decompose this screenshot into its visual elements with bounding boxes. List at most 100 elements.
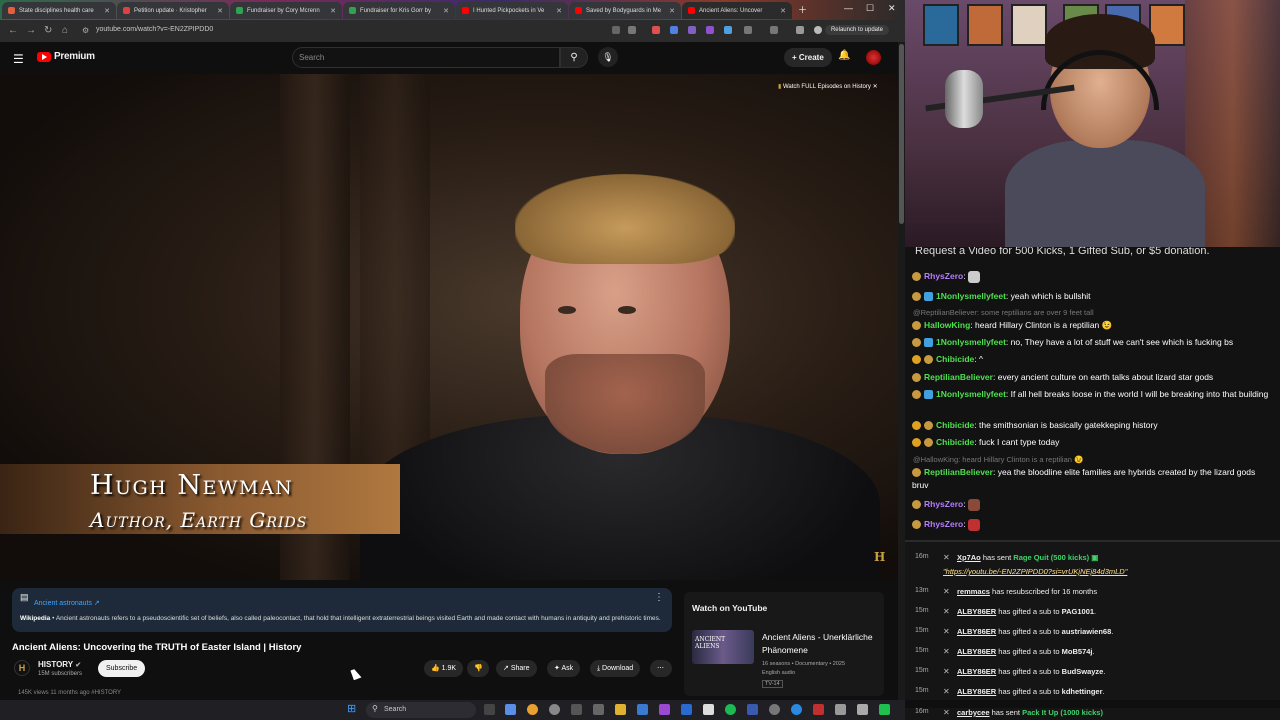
chat-username[interactable]: 1Nonlysmellyfeet — [936, 291, 1006, 301]
spotify-icon[interactable] — [725, 704, 736, 715]
close-icon[interactable]: ✕ — [214, 7, 223, 15]
app-icon[interactable] — [835, 704, 846, 715]
taskbar-search[interactable]: Search — [366, 702, 476, 718]
cast-icon[interactable] — [612, 26, 620, 34]
close-icon[interactable]: ✕ — [327, 7, 336, 15]
app-icon[interactable] — [791, 704, 802, 715]
close-icon[interactable]: ✕ — [777, 7, 786, 15]
like-button[interactable]: 👍 1.9K — [424, 660, 464, 677]
notifications-bell-icon[interactable]: 🔔 — [838, 50, 850, 61]
app-icon[interactable] — [593, 704, 604, 715]
app-icon[interactable] — [637, 704, 648, 715]
feed-recipient[interactable]: MoB574j — [1062, 647, 1093, 656]
chat-username[interactable]: RhysZero — [924, 271, 963, 281]
app-icon[interactable] — [571, 704, 582, 715]
feed-recipient[interactable]: austriawien68 — [1062, 627, 1112, 636]
tab-4[interactable]: I Hunted Pickpockets in Ve ✕ — [456, 2, 568, 19]
feed-user[interactable]: ALBY86ER — [957, 667, 996, 676]
feed-user[interactable]: ALBY86ER — [957, 687, 996, 696]
download-icon[interactable] — [796, 26, 804, 34]
ask-button[interactable]: ✦ Ask — [547, 660, 581, 677]
app-icon[interactable] — [505, 704, 516, 715]
download-button[interactable]: ⤓ Download — [590, 660, 641, 677]
app-icon[interactable] — [879, 704, 890, 715]
tab-0[interactable]: State disciplines health care ✕ — [2, 2, 116, 19]
subscribe-button[interactable]: Subscribe — [98, 660, 146, 677]
create-button[interactable]: + Create — [784, 48, 832, 67]
star-icon[interactable] — [628, 26, 636, 34]
home-icon[interactable]: ⌂ — [62, 25, 68, 36]
feed-user[interactable]: ALBY86ER — [957, 647, 996, 656]
chat-username[interactable]: HallowKing — [924, 320, 970, 330]
feed-user[interactable]: carbycee — [957, 708, 990, 717]
folder-icon[interactable] — [615, 704, 626, 715]
close-icon[interactable]: ✕ — [873, 84, 878, 90]
avatar[interactable] — [866, 50, 881, 65]
video-player[interactable]: Hugh Newman Author, Earth Grids ▮ Watch … — [0, 74, 900, 580]
tab-6-active[interactable]: Ancient Aliens: Uncover ✕ — [682, 2, 792, 19]
dislike-button[interactable]: 👎 — [467, 660, 489, 677]
menu-icon[interactable]: ☰ — [13, 52, 24, 66]
feed-recipient[interactable]: BudSwayze — [1062, 667, 1104, 676]
task-view-icon[interactable] — [484, 704, 495, 715]
info-link[interactable]: Ancient astronauts ↗ — [34, 600, 100, 607]
feed-user[interactable]: ALBY86ER — [957, 607, 996, 616]
feed-user[interactable]: Xp7Ao — [957, 553, 981, 562]
sidebar-icon[interactable] — [770, 26, 778, 34]
app-icon[interactable] — [813, 704, 824, 715]
more-actions-button[interactable]: ⋯ — [650, 660, 672, 677]
chat-username[interactable]: RhysZero — [924, 519, 963, 529]
relaunch-button[interactable]: Relaunch to update — [824, 25, 889, 35]
chat-username[interactable]: Chibicide — [936, 354, 974, 364]
tab-1[interactable]: Petition update · Kristopher ✕ — [117, 2, 229, 19]
close-window-icon[interactable]: ✕ — [888, 3, 896, 14]
back-icon[interactable]: ← — [8, 25, 18, 36]
chat-username[interactable]: Chibicide — [936, 437, 974, 447]
chat-username[interactable]: ReptilianBeliever — [924, 467, 993, 477]
tab-5[interactable]: Saved by Bodyguards in Me ✕ — [569, 2, 681, 19]
app-icon[interactable] — [681, 704, 692, 715]
extension-icon[interactable] — [688, 26, 696, 34]
forward-icon[interactable]: → — [26, 25, 36, 36]
minimize-icon[interactable]: — — [844, 3, 853, 13]
extension-icon[interactable] — [652, 26, 660, 34]
close-icon[interactable]: ✕ — [666, 7, 675, 15]
feed-link[interactable]: "https://youtu.be/-EN2ZPIPDD0?si=vrUKjNE… — [943, 567, 1127, 576]
watch-full-episodes-link[interactable]: ▮ Watch FULL Episodes on History ✕ — [778, 83, 878, 90]
youtube-logo[interactable]: Premium — [37, 51, 95, 62]
site-info-icon[interactable]: ⚙ — [82, 26, 89, 35]
show-title[interactable]: Ancient Aliens - Unerklärliche Phänomene — [762, 631, 880, 657]
chat-username[interactable]: Chibicide — [936, 420, 974, 430]
reload-icon[interactable]: ↻ — [44, 25, 52, 36]
channel-avatar[interactable]: H — [14, 660, 30, 676]
feed-recipient[interactable]: PAG1001 — [1062, 607, 1094, 616]
voice-search-button[interactable]: 🎙 — [598, 47, 618, 67]
tab-3[interactable]: Fundraiser for Kris Gorr by ✕ — [343, 2, 455, 19]
show-thumbnail[interactable]: ANCIENT ALIENS — [692, 630, 754, 664]
chat-username[interactable]: ReptilianBeliever — [924, 372, 993, 382]
feed-user[interactable]: remmacs — [957, 587, 990, 596]
share-button[interactable]: ↗ Share — [496, 660, 537, 677]
chat-username[interactable]: 1Nonlysmellyfeet — [936, 389, 1006, 399]
close-icon[interactable]: ✕ — [553, 7, 562, 15]
more-options-icon[interactable]: ⋮ — [654, 592, 664, 603]
chrome-icon[interactable] — [527, 704, 538, 715]
app-icon[interactable] — [549, 704, 560, 715]
extensions-puzzle-icon[interactable] — [744, 26, 752, 34]
watch-on-youtube-card[interactable]: Watch on YouTube ANCIENT ALIENS Ancient … — [684, 592, 884, 696]
app-icon[interactable] — [769, 704, 780, 715]
search-button[interactable]: ⚲ — [560, 47, 588, 68]
scrollbar-thumb[interactable] — [899, 44, 904, 224]
extension-icon[interactable] — [670, 26, 678, 34]
app-icon[interactable] — [747, 704, 758, 715]
new-tab-icon[interactable]: ＋ — [798, 3, 807, 16]
search-input[interactable]: Search — [292, 47, 560, 68]
windows-start-icon[interactable]: ⊞ — [347, 704, 356, 715]
app-icon[interactable] — [857, 704, 868, 715]
app-icon[interactable] — [703, 704, 714, 715]
maximize-icon[interactable]: ☐ — [866, 3, 874, 14]
url-field[interactable]: youtube.com/watch?v=-EN2ZPIPDD0 — [96, 26, 213, 33]
app-icon[interactable] — [659, 704, 670, 715]
close-icon[interactable]: ✕ — [101, 7, 110, 15]
chat-username[interactable]: RhysZero — [924, 499, 963, 509]
